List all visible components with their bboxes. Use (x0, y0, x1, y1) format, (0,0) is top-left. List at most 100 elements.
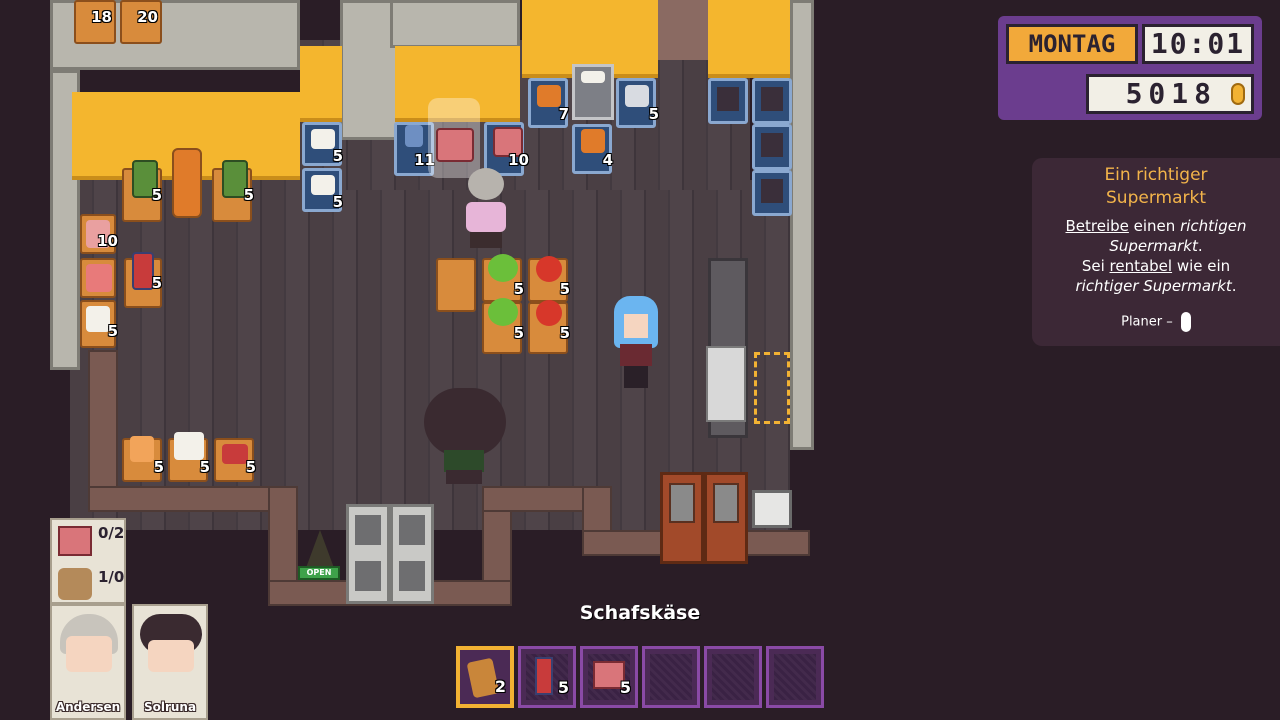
produce-tomato-2[interactable]: 5 (528, 300, 570, 354)
shelf-left-1-count: 10 (97, 232, 118, 250)
fridge-right-3-count: 4 (602, 151, 613, 169)
customer-blue-hair[interactable] (610, 296, 662, 390)
crate-top-1[interactable]: 18 (74, 0, 116, 44)
hotbar-slot-3[interactable]: 5 (580, 646, 638, 708)
sliding-door-left[interactable] (346, 504, 390, 604)
quest-link-rentabel[interactable]: rentabel (1110, 257, 1173, 275)
fridge-empty-4[interactable] (752, 170, 792, 216)
shelf-jar-2[interactable]: 5 (212, 160, 254, 222)
held-item-highlight[interactable] (428, 98, 480, 178)
shelf-bottom-1[interactable]: 5 (122, 436, 164, 482)
open-sign[interactable]: OPEN (298, 530, 342, 582)
shelf-left-4-count: 5 (151, 274, 162, 292)
produce-cabbage-1-count: 5 (513, 280, 524, 298)
crate-top-1-count: 18 (91, 8, 112, 26)
cash-register[interactable] (706, 346, 746, 422)
quest-description: Betreibe einen richtigen Supermarkt. Sei… (1032, 216, 1280, 296)
produce-tomato-1[interactable]: 5 (528, 256, 570, 302)
shelf-left-3-count: 5 (107, 322, 118, 340)
fridge-center-2-count: 10 (508, 151, 529, 169)
shelf-bottom-2-count: 5 (199, 458, 210, 476)
hotbar-hover-label: Schafskäse (579, 602, 701, 624)
fridge-milk-2-count: 5 (332, 193, 343, 211)
right-wall (790, 0, 814, 450)
produce-cabbage-2[interactable]: 5 (482, 298, 524, 354)
quest-text-richtiger-supermarkt: richtiger Supermarkt (1075, 277, 1232, 295)
day-label: MONTAG (1006, 24, 1138, 64)
quest-text-period-2: . (1231, 277, 1237, 295)
cleaner-icon (535, 657, 553, 695)
hotbar-slot-3-count: 5 (619, 678, 631, 697)
portrait-solruna-name: Solruna (143, 700, 197, 714)
fridge-right-1-count: 7 (558, 105, 569, 123)
clock-display: 10:01 (1142, 24, 1254, 64)
fridge-milk-1[interactable]: 5 (302, 122, 343, 166)
planner-label: Planer – (1121, 314, 1173, 330)
quest-panel: Ein richtiger Supermarkt Betreibe einen … (1032, 158, 1280, 346)
task-2-progress: 1/0 (98, 568, 125, 586)
mouse-icon (1180, 312, 1191, 332)
yellow-wall-small (300, 46, 342, 122)
open-sign-label: OPEN (298, 566, 340, 580)
produce-empty-crate[interactable] (436, 258, 476, 312)
fridge-right-2[interactable]: 5 (616, 78, 659, 128)
quest-text-richtigen: richtigen (1180, 217, 1247, 235)
portrait-solruna[interactable]: Solruna (132, 604, 208, 720)
cheese-icon (58, 568, 92, 600)
tall-crate[interactable] (172, 148, 202, 218)
hotbar-slot-2[interactable]: 5 (518, 646, 576, 708)
fridge-empty-1[interactable] (708, 78, 748, 124)
hotbar-slot-1[interactable]: 2 (456, 646, 514, 708)
time-money-panel: MONTAG 10:01 5018 (998, 16, 1262, 120)
quest-text-sei: Sei (1081, 257, 1110, 275)
storage-door-right[interactable] (704, 472, 748, 564)
freezer-unit[interactable] (572, 64, 614, 120)
hotbar-slot-5[interactable] (704, 646, 762, 708)
planner-hint[interactable]: Planer – (1032, 312, 1280, 332)
fridge-empty-3[interactable] (752, 124, 792, 170)
player-solruna[interactable] (424, 388, 506, 488)
shelf-left-4[interactable]: 5 (124, 252, 162, 308)
shelf-bottom-2[interactable]: 5 (168, 432, 210, 482)
fridge-right-3[interactable]: 4 (572, 124, 613, 174)
shelf-left-1[interactable]: 10 (80, 214, 118, 254)
produce-cabbage-1[interactable]: 5 (482, 254, 524, 302)
shelf-jar-1-count: 5 (151, 186, 162, 204)
crate-top-2[interactable]: 20 (120, 0, 162, 44)
fridge-empty-2[interactable] (752, 78, 792, 124)
quest-text-period-1: . (1197, 237, 1203, 255)
storage-door-left[interactable] (660, 472, 704, 564)
trash-bin[interactable] (752, 490, 792, 528)
store-map[interactable]: 18 20 10 5 5 5 5 5 5 5 5 5 11 10 7 5 4 5… (50, 0, 820, 610)
produce-tomato-1-count: 5 (559, 280, 570, 298)
shelf-left-3[interactable]: 5 (80, 300, 118, 348)
fridge-milk-2[interactable]: 5 (302, 168, 343, 212)
customer-andersen[interactable] (460, 168, 512, 252)
fridge-right-2-count: 5 (648, 105, 659, 123)
produce-cabbage-2-count: 5 (513, 324, 524, 342)
shelf-bottom-3[interactable]: 5 (214, 438, 256, 482)
hotbar-slot-4[interactable] (642, 646, 700, 708)
task-cards: 0/2 1/0 (50, 518, 126, 604)
money-amount: 5018 (1125, 77, 1217, 110)
money-display: 5018 (1086, 74, 1254, 114)
quest-link-betreibe[interactable]: Betreibe (1066, 217, 1129, 235)
checkout-placement-marker[interactable] (754, 352, 790, 424)
yellow-wall-right (708, 0, 790, 78)
portrait-andersen[interactable]: Andersen (50, 604, 126, 720)
fridge-milk-1-count: 5 (332, 147, 343, 165)
hotbar-slot-1-count: 2 (494, 677, 506, 696)
meat-icon (58, 526, 92, 556)
shelf-jar-2-count: 5 (243, 186, 254, 204)
fridge-right-1[interactable]: 7 (528, 78, 569, 128)
back-door-mat (658, 0, 708, 60)
shelf-bottom-3-count: 5 (245, 458, 256, 476)
task-1-progress: 0/2 (98, 524, 125, 542)
brick-wall-bottom-left (88, 486, 298, 512)
shelf-jar-1[interactable]: 5 (122, 160, 162, 222)
sliding-door-right[interactable] (390, 504, 434, 604)
hotbar-slot-2-count: 5 (557, 678, 569, 697)
hotbar-slot-6[interactable] (766, 646, 824, 708)
shelf-left-2[interactable] (80, 258, 116, 298)
crate-top-2-count: 20 (137, 8, 158, 26)
